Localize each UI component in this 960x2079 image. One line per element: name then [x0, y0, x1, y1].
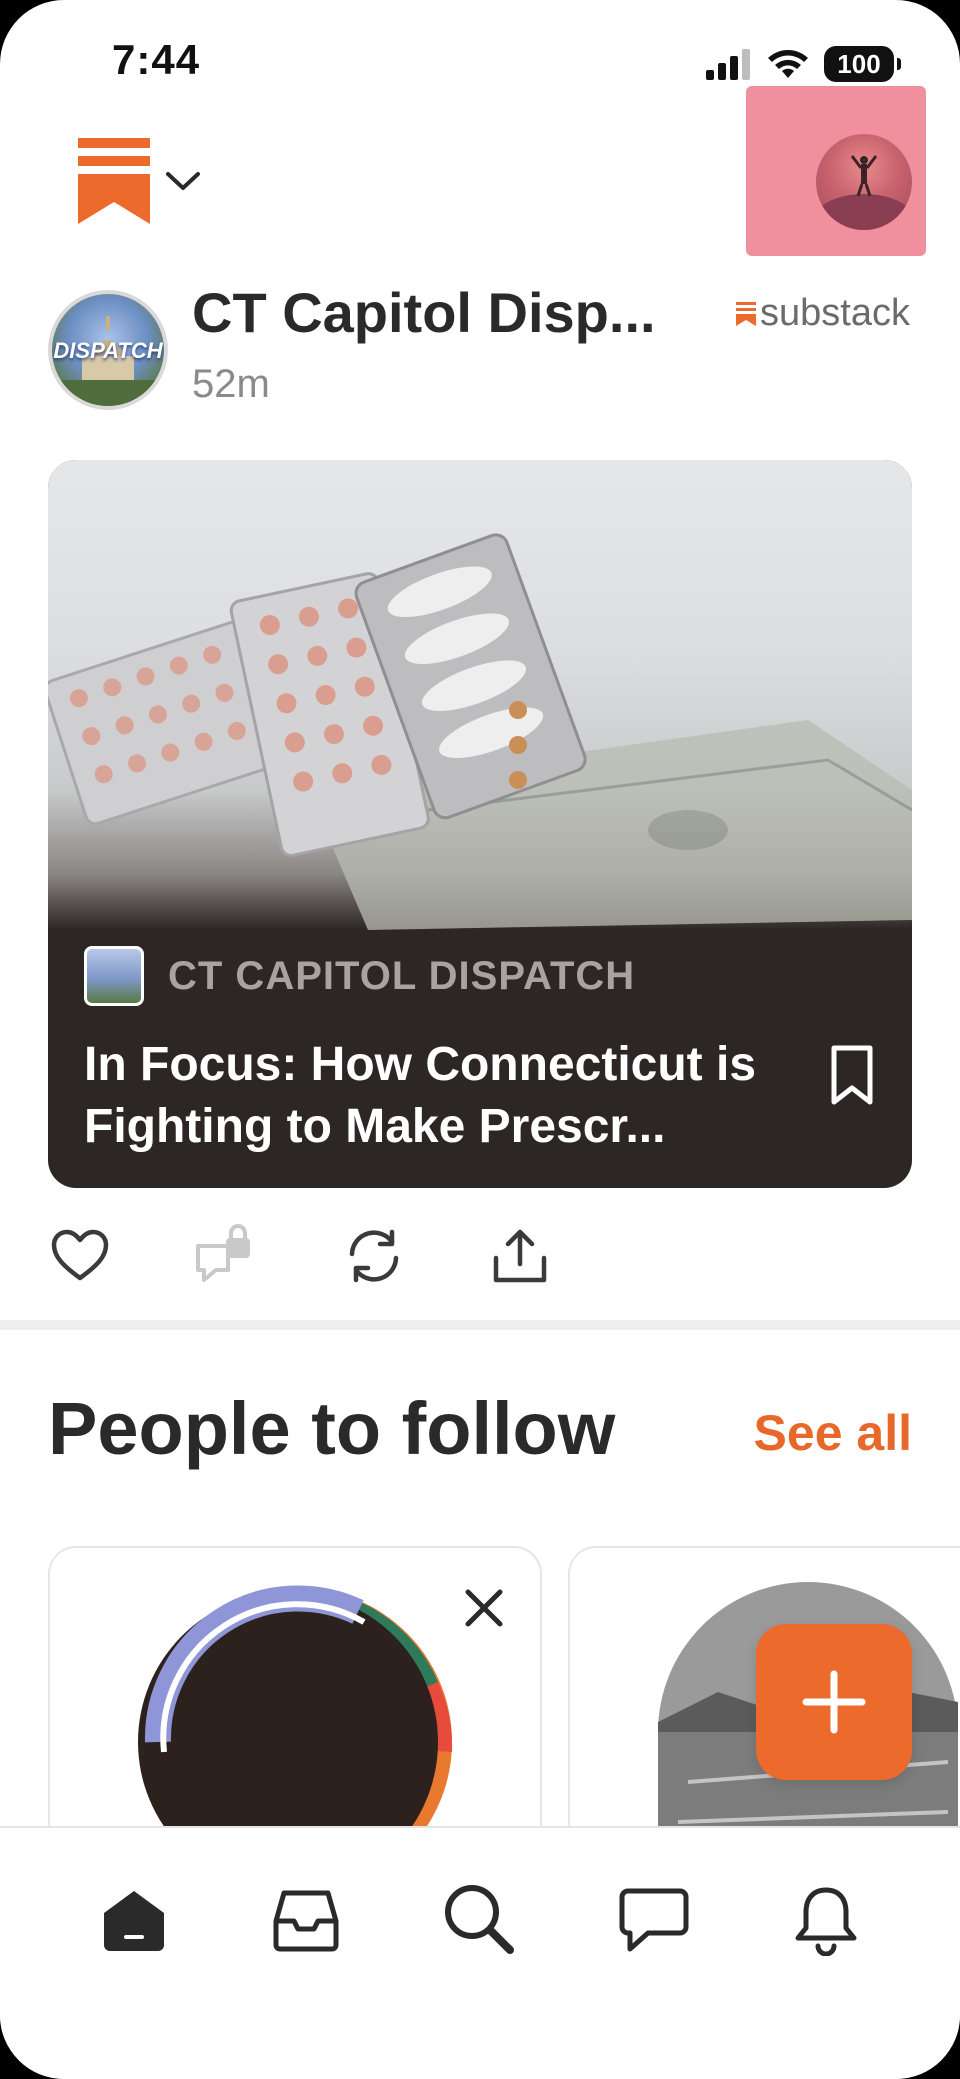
- app-screen: 7:44 100 DISPATCH CT Capitol Disp... 52m…: [0, 0, 960, 2079]
- substack-logo-icon: [78, 138, 150, 224]
- tab-search[interactable]: [440, 1880, 520, 1960]
- see-all-link[interactable]: See all: [754, 1404, 912, 1462]
- tab-chat[interactable]: [614, 1880, 694, 1960]
- bell-icon: [795, 1887, 857, 1956]
- post-card[interactable]: CT CAPITOL DISPATCH In Focus: How Connec…: [48, 460, 912, 1188]
- cellular-signal-icon: [706, 49, 750, 80]
- status-icons: 100: [704, 44, 901, 84]
- tab-notifications[interactable]: [786, 1880, 866, 1960]
- post-cover-image: [48, 460, 912, 930]
- substack-label: substack: [760, 292, 910, 334]
- bookmark-icon[interactable]: [830, 1044, 874, 1106]
- inbox-icon: [273, 1890, 339, 1952]
- card-publication-avatar: [84, 946, 144, 1006]
- post-title[interactable]: In Focus: How Connecticut is Fighting to…: [84, 1034, 784, 1158]
- plus-icon: [802, 1670, 866, 1734]
- heart-icon[interactable]: [48, 1224, 112, 1288]
- publication-name[interactable]: CT Capitol Disp...: [192, 280, 656, 345]
- post-timestamp: 52m: [192, 362, 270, 406]
- chat-icon: [619, 1888, 689, 1952]
- bottom-tab-bar: [0, 1826, 960, 2079]
- publication-avatar-label: DISPATCH: [53, 338, 163, 363]
- profile-avatar-image: [816, 155, 912, 230]
- substack-badge: substack: [736, 292, 910, 335]
- card-publication-row: CT CAPITOL DISPATCH: [84, 946, 635, 1006]
- close-icon[interactable]: [460, 1584, 508, 1632]
- chevron-down-icon: [166, 172, 200, 190]
- battery-icon: 100: [824, 46, 901, 82]
- publication-avatar[interactable]: DISPATCH: [48, 290, 168, 410]
- section-divider: [0, 1320, 960, 1330]
- post-actions: [48, 1224, 608, 1288]
- tab-home[interactable]: [94, 1880, 174, 1960]
- share-icon[interactable]: [488, 1224, 552, 1288]
- tab-inbox[interactable]: [266, 1880, 346, 1960]
- comment-locked-icon[interactable]: [192, 1224, 256, 1288]
- restack-icon[interactable]: [342, 1224, 406, 1288]
- search-icon: [445, 1885, 514, 1954]
- people-to-follow-title: People to follow: [48, 1387, 616, 1470]
- wifi-icon: [768, 50, 808, 78]
- card-publication-name: CT CAPITOL DISPATCH: [168, 953, 636, 998]
- profile-avatar[interactable]: [816, 134, 912, 230]
- substack-small-logo-icon: [736, 301, 757, 326]
- home-icon: [104, 1891, 164, 1951]
- new-post-button[interactable]: [756, 1624, 912, 1780]
- pills-and-money-illustration: [48, 533, 912, 930]
- publication-switcher[interactable]: [78, 138, 202, 224]
- battery-level: 100: [837, 48, 881, 79]
- status-time: 7:44: [112, 36, 201, 83]
